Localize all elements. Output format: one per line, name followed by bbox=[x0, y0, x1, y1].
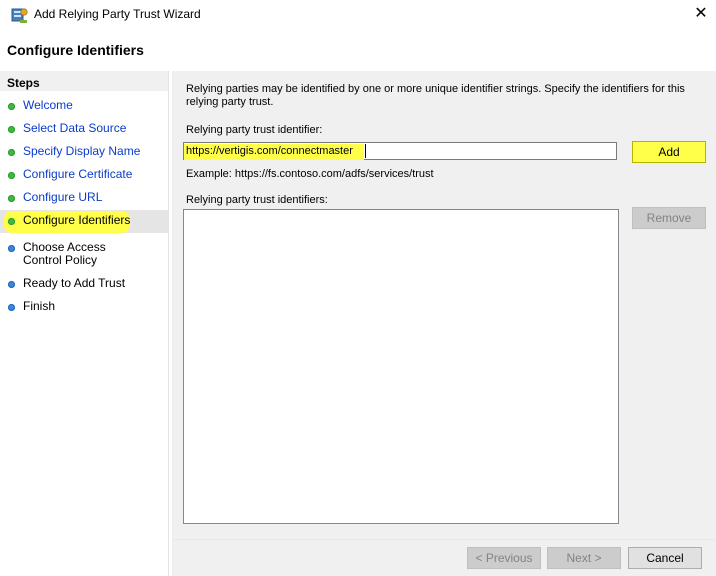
step-complete-icon bbox=[8, 126, 15, 133]
steps-header: Steps bbox=[0, 71, 168, 91]
step-pending-icon bbox=[8, 245, 15, 252]
steps-panel: Steps Welcome Select Data Source Specify… bbox=[0, 71, 169, 576]
identifier-label: Relying party trust identifier: bbox=[186, 124, 323, 136]
step-label: Welcome bbox=[23, 98, 73, 112]
identifier-input-value: https://vertigis.com/connectmaster bbox=[186, 145, 353, 157]
cancel-button[interactable]: Cancel bbox=[628, 547, 702, 569]
steps-title: Steps bbox=[7, 76, 40, 90]
page-title: Configure Identifiers bbox=[7, 42, 144, 58]
footer-divider bbox=[172, 539, 716, 540]
content-panel: Relying parties may be identified by one… bbox=[172, 71, 716, 576]
adfs-wizard-icon bbox=[11, 8, 28, 23]
step-label: Ready to Add Trust bbox=[23, 276, 126, 290]
step-configure-identifiers[interactable]: Configure Identifiers bbox=[0, 210, 168, 233]
description-text: Relying parties may be identified by one… bbox=[186, 83, 685, 108]
remove-button: Remove bbox=[632, 207, 706, 229]
step-select-data-source[interactable]: Select Data Source bbox=[0, 118, 168, 140]
identifiers-list[interactable] bbox=[183, 209, 619, 524]
example-text: Example: https://fs.contoso.com/adfs/ser… bbox=[186, 168, 434, 180]
step-complete-icon bbox=[8, 103, 15, 110]
step-ready-to-add-trust: Ready to Add Trust bbox=[0, 273, 168, 295]
step-complete-icon bbox=[8, 172, 15, 179]
step-configure-certificate[interactable]: Configure Certificate bbox=[0, 164, 168, 186]
identifiers-list-label: Relying party trust identifiers: bbox=[186, 194, 328, 206]
close-icon[interactable]: ✕ bbox=[690, 3, 712, 25]
step-complete-icon bbox=[8, 218, 15, 225]
next-button: Next > bbox=[547, 547, 621, 569]
add-button[interactable]: Add bbox=[632, 141, 706, 163]
wizard-header: Configure Identifiers bbox=[0, 30, 716, 68]
step-complete-icon bbox=[8, 195, 15, 202]
text-caret bbox=[365, 144, 366, 158]
step-label: Finish bbox=[23, 299, 56, 313]
step-finish: Finish bbox=[0, 296, 168, 318]
step-label: Configure Certificate bbox=[23, 167, 133, 181]
step-specify-display-name[interactable]: Specify Display Name bbox=[0, 141, 168, 163]
step-welcome[interactable]: Welcome bbox=[0, 95, 168, 117]
step-label: Configure Identifiers bbox=[23, 213, 131, 227]
step-choose-access-control-policy: Choose Access Control Policy bbox=[0, 237, 168, 267]
step-label: Select Data Source bbox=[23, 121, 127, 135]
step-label: Specify Display Name bbox=[23, 144, 141, 158]
window-title: Add Relying Party Trust Wizard bbox=[34, 7, 201, 21]
step-label: Choose Access Control Policy bbox=[23, 240, 106, 267]
step-pending-icon bbox=[8, 304, 15, 311]
step-label: Configure URL bbox=[23, 190, 103, 204]
previous-button[interactable]: < Previous bbox=[467, 547, 541, 569]
step-configure-url[interactable]: Configure URL bbox=[0, 187, 168, 209]
step-complete-icon bbox=[8, 149, 15, 156]
title-bar: Add Relying Party Trust Wizard ✕ bbox=[0, 0, 716, 30]
step-pending-icon bbox=[8, 281, 15, 288]
